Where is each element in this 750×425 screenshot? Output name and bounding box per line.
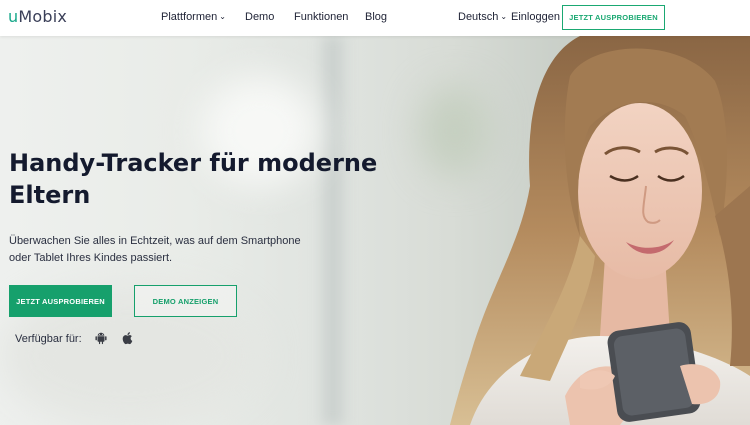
hero-headline-line2: Eltern: [9, 181, 91, 209]
show-demo-button[interactable]: DEMO ANZEIGEN: [134, 285, 237, 317]
background-window-frame: [322, 36, 344, 425]
nav-blog[interactable]: Blog: [365, 11, 387, 23]
hero-headline: Handy-Tracker für moderne Eltern: [9, 147, 409, 211]
apple-icon[interactable]: [121, 331, 135, 345]
logo-rest: Mobix: [18, 7, 68, 26]
hero-subtext-line2: oder Tablet Ihres Kindes passiert.: [9, 252, 173, 264]
login-link[interactable]: Einloggen: [511, 11, 560, 23]
umobix-logo[interactable]: uMobix: [8, 7, 67, 26]
header-try-now-button[interactable]: JETZT AUSPROBIEREN: [562, 5, 665, 30]
language-selector[interactable]: Deutsch ⌄: [458, 11, 507, 23]
site-header: uMobix Plattformen ⌄ Demo Funktionen Blog…: [0, 0, 750, 36]
android-icon[interactable]: [94, 331, 108, 345]
logo-u: u: [8, 7, 19, 26]
hero-subtext: Überwachen Sie alles in Echtzeit, was au…: [9, 233, 329, 267]
hero-section: Handy-Tracker für moderne Eltern Überwac…: [0, 36, 750, 425]
language-label: Deutsch: [458, 11, 499, 23]
nav-platforms[interactable]: Plattformen ⌄: [161, 11, 226, 23]
chevron-down-icon: ⌄: [500, 12, 508, 21]
nav-demo[interactable]: Demo: [245, 11, 274, 23]
hero-subtext-line1: Überwachen Sie alles in Echtzeit, was au…: [9, 235, 301, 247]
nav-platforms-label: Plattformen: [161, 11, 218, 23]
woman-with-phone-image: [450, 36, 750, 425]
chevron-down-icon: ⌄: [219, 12, 226, 21]
try-now-button[interactable]: JETZT AUSPROBIEREN: [9, 285, 112, 317]
available-for-label: Verfügbar für:: [15, 333, 82, 345]
nav-features[interactable]: Funktionen: [294, 11, 348, 23]
hero-headline-line1: Handy-Tracker für moderne: [9, 149, 378, 177]
